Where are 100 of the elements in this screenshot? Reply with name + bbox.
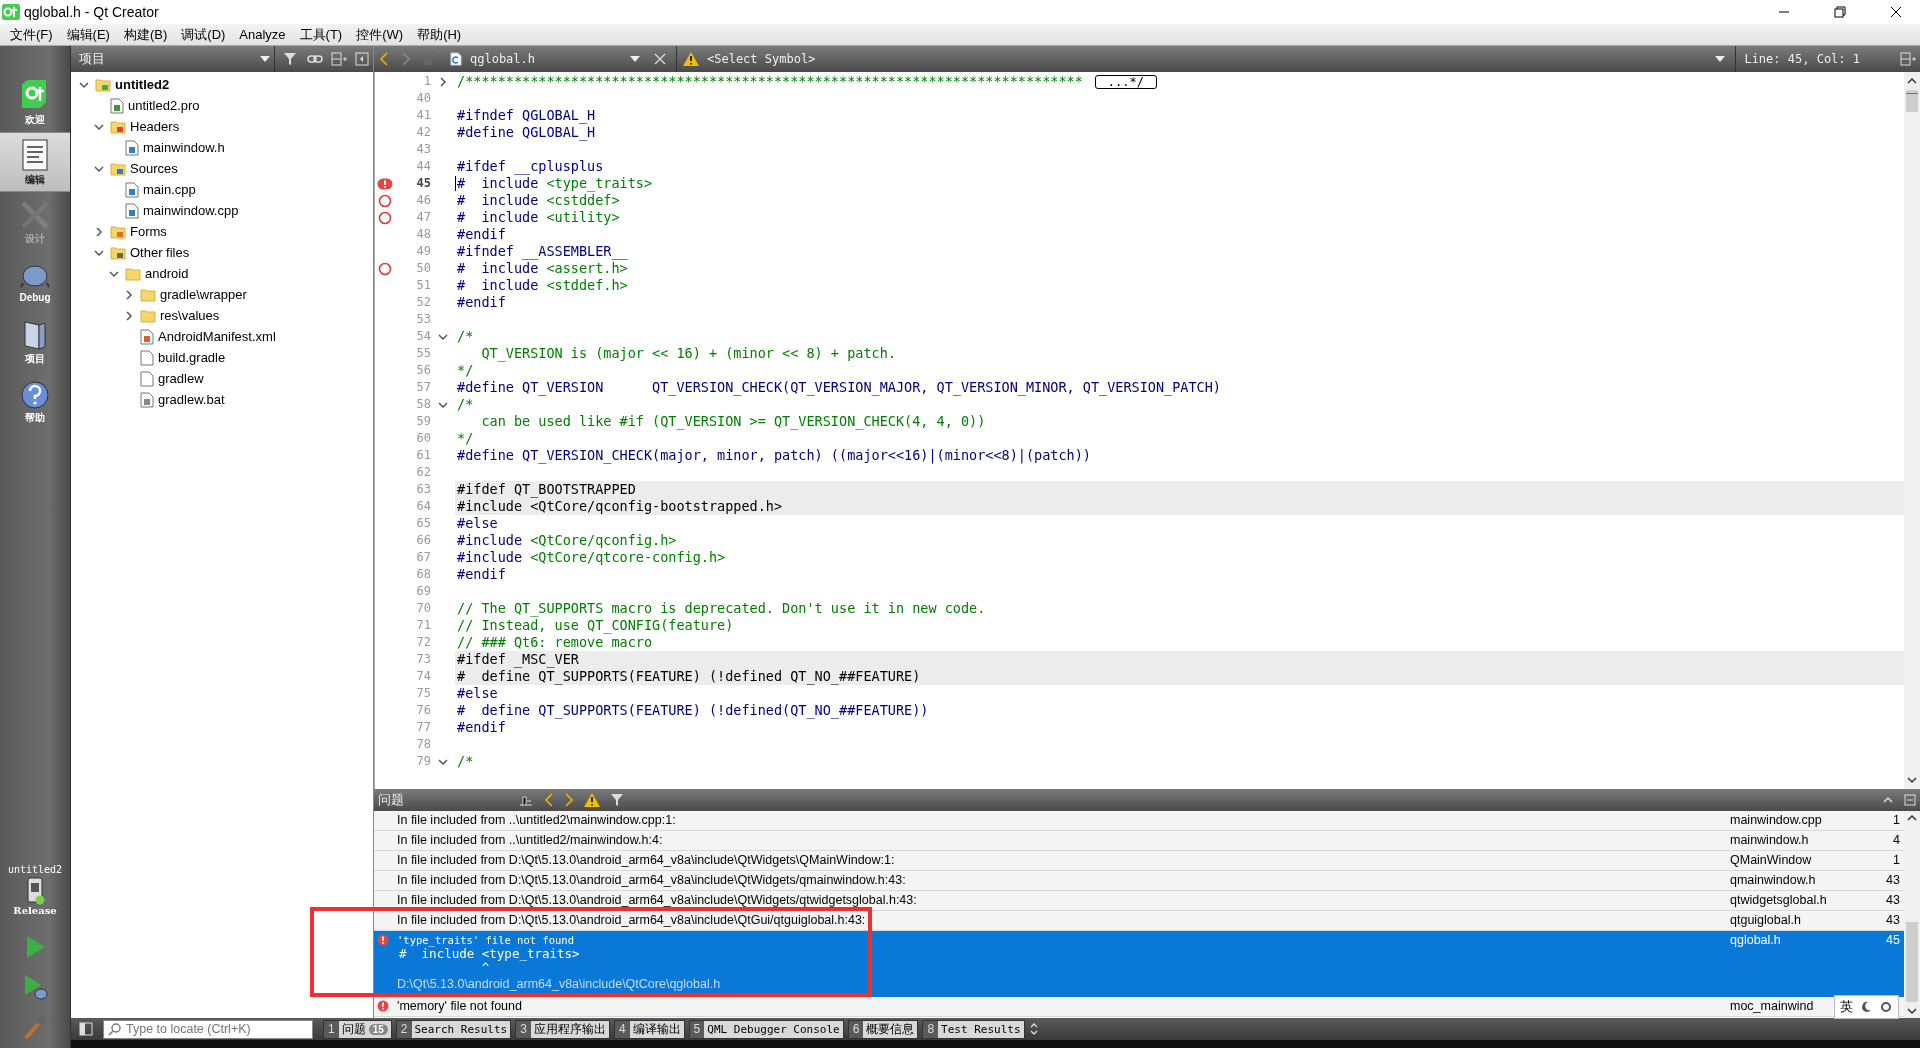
locator-field[interactable]: Type to locate (Ctrl+K)	[103, 1019, 313, 1039]
issue-row[interactable]: 'type_traits' file not found # include <type_traits> ^ D:\Qt\5.13.0\android_arm64_v8a\include\QtCore\qglobal.h qglobal.h 45	[374, 931, 1904, 997]
filter-icon[interactable]	[610, 792, 626, 808]
tree-item[interactable]: gradlew.bat	[71, 389, 373, 410]
issue-row[interactable]: In file included from D:\Qt\5.13.0\android_arm64_v8a\include\QtWidgets/qmainwindow.h:43: qmainwindow.h 43	[374, 871, 1904, 891]
output-pane-tab[interactable]: 5 QML Debugger Console	[688, 1019, 844, 1039]
tree-item[interactable]: build.gradle	[71, 347, 373, 368]
mode-button[interactable]: 项目	[0, 312, 70, 372]
restore-icon[interactable]	[1834, 6, 1846, 18]
issue-message: 'type_traits' file not found	[397, 933, 574, 947]
mode-button[interactable]: Debug	[0, 252, 70, 312]
menu-item[interactable]: 帮助(H)	[411, 25, 468, 44]
issue-row[interactable]: In file included from D:\Qt\5.13.0\android_arm64_v8a\include\QtWidgets/qtwidgetsglobal.h:43: qtwidgetsglobal.h 43	[374, 891, 1904, 911]
line-number: 66	[415, 532, 431, 549]
settings-icon	[1879, 1000, 1893, 1014]
menu-item[interactable]: 工具(T)	[293, 25, 349, 44]
fold-expanded-icon[interactable]	[438, 331, 448, 342]
output-pane-tab[interactable]: 8 Test Results	[922, 1019, 1025, 1039]
fold-expanded-icon[interactable]	[438, 399, 448, 410]
dropdown-icon	[260, 56, 270, 62]
file-name: qglobal.h	[1730, 933, 1781, 947]
tree-item[interactable]: gradle\wrapper	[71, 284, 373, 305]
fold-collapsed-icon[interactable]	[438, 76, 448, 87]
tree-item[interactable]: Forms	[71, 221, 373, 242]
help-icon	[20, 379, 50, 410]
ime-toolbar[interactable]: 英	[1834, 995, 1899, 1019]
file-name: qmainwindow.h	[1730, 873, 1816, 887]
file-name: qtwidgetsglobal.h	[1730, 893, 1827, 907]
menu-item[interactable]: 调试(D)	[175, 25, 232, 44]
mode-button[interactable]: 编辑	[0, 132, 70, 192]
tree-item[interactable]: Sources	[71, 158, 373, 179]
scroll-up-icon[interactable]	[1906, 76, 1918, 86]
more-tabs-icon[interactable]	[1028, 1021, 1039, 1037]
line-number: 69	[415, 583, 431, 600]
output-pane-tab[interactable]: 1 问题 15	[323, 1019, 392, 1039]
tree-item[interactable]: AndroidManifest.xml	[71, 326, 373, 347]
view-selector[interactable]: 项目	[75, 46, 275, 72]
menu-item[interactable]: 控件(W)	[350, 25, 410, 44]
file-path: D:\Qt\5.13.0\android_arm64_v8a\include\QtCore\qglobal.h	[397, 976, 721, 993]
tree-item[interactable]: res\values	[71, 305, 373, 326]
previous-icon[interactable]	[544, 793, 554, 807]
mode-button[interactable]: 欢迎	[0, 72, 70, 132]
line-number: 1	[1892, 812, 1901, 829]
issue-row[interactable]: In file included from ..\untitled2\mainwindow.cpp:1: mainwindow.cpp 1	[374, 811, 1904, 831]
line-number: 64	[415, 498, 431, 515]
tree-item[interactable]: mainwindow.cpp	[71, 200, 373, 221]
issue-row[interactable]: In file included from ..\untitled2/mainwindow.h:4: mainwindow.h 4	[374, 831, 1904, 851]
line-number: 52	[415, 294, 431, 311]
menu-item[interactable]: 编辑(E)	[60, 25, 116, 44]
folded-block-marker[interactable]: ...*/	[1094, 74, 1157, 89]
close-pane-icon[interactable]	[1904, 794, 1916, 806]
next-icon[interactable]	[564, 793, 574, 807]
tree-item[interactable]: main.cpp	[71, 179, 373, 200]
code-line: /*	[457, 329, 474, 344]
line-number: 43	[1885, 872, 1901, 889]
output-pane-tab[interactable]: 4 编译输出	[613, 1019, 685, 1039]
code-line: #define QT_VERSION QT_VERSION_CHECK(QT_VERSION_MAJOR, QT_VERSION_MINOR, QT_VERSION_PATCH)	[457, 380, 1221, 395]
document-selector[interactable]: qglobal.h	[446, 52, 644, 66]
issue-row[interactable]: In file included from D:\Qt\5.13.0\android_arm64_v8a\include\QtGui/qtguiglobal.h:43: qtguiglobal.h 43	[374, 911, 1904, 931]
code-line: // Instead, use QT_CONFIG(feature)	[457, 618, 734, 633]
menu-item[interactable]: 构建(B)	[117, 25, 174, 44]
tree-item[interactable]: Headers	[71, 116, 373, 137]
issue-row[interactable]: In file included from D:\Qt\5.13.0\android_arm64_v8a\include\QtWidgets\QMainWindow:1: QMainWindow 1	[374, 851, 1904, 871]
ime-mode-label[interactable]: 英	[1840, 998, 1853, 1016]
close-pane-icon[interactable]	[355, 52, 369, 66]
output-pane-tab[interactable]: 3 应用程序输出	[515, 1019, 610, 1039]
split-icon[interactable]	[1900, 51, 1916, 67]
scrollbar[interactable]	[1904, 811, 1920, 1018]
warning-filter-icon[interactable]	[584, 793, 600, 807]
line-number: 47	[415, 209, 431, 226]
scrollbar[interactable]	[1904, 72, 1920, 789]
kit-selector[interactable]: Release	[13, 875, 57, 916]
tree-item[interactable]: Other files	[71, 242, 373, 263]
tree-item[interactable]: mainwindow.h	[71, 137, 373, 158]
menu-item[interactable]: Analyze	[233, 27, 292, 42]
tree-item[interactable]: untitled2	[71, 74, 373, 95]
maximize-icon[interactable]	[1882, 795, 1894, 805]
file-name: QMainWindow	[1730, 853, 1812, 867]
output-pane-tab[interactable]: 6 概要信息	[847, 1019, 919, 1039]
tree-item[interactable]: gradlew	[71, 368, 373, 389]
line-number: 43	[415, 141, 431, 158]
line-number: 4	[1892, 832, 1901, 849]
tree-item[interactable]: android	[71, 263, 373, 284]
code-line: /*	[457, 754, 474, 769]
symbol-selector[interactable]: <Select Symbol>	[676, 46, 1726, 72]
cursor-position[interactable]: Line: 45, Col: 1	[1735, 46, 1890, 72]
sidebar-toggle-icon[interactable]	[79, 1022, 93, 1036]
output-pane-tab[interactable]: 2 Search Results	[395, 1019, 512, 1039]
menu-item[interactable]: 文件(F)	[4, 25, 59, 44]
mode-button[interactable]: 帮助	[0, 372, 70, 432]
line-number: 45	[415, 175, 431, 192]
filter-icon[interactable]	[283, 51, 299, 67]
scroll-down-icon[interactable]	[1906, 1006, 1918, 1016]
close-icon[interactable]	[1890, 6, 1902, 18]
tree-item[interactable]: untitled2.pro	[71, 95, 373, 116]
back-icon[interactable]	[378, 52, 390, 66]
fold-expanded-icon[interactable]	[438, 756, 448, 767]
split-icon[interactable]	[331, 51, 347, 67]
scroll-down-icon[interactable]	[1906, 775, 1918, 785]
scroll-up-icon[interactable]	[1906, 813, 1918, 823]
